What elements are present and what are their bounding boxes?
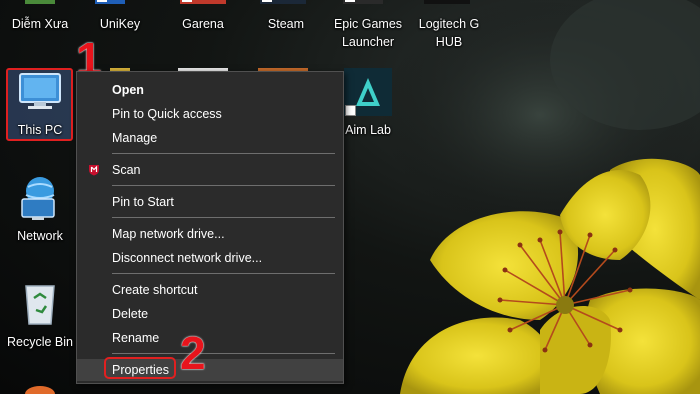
network-icon (21, 177, 55, 220)
menu-item-disconnect-network-drive[interactable]: Disconnect network drive... (77, 247, 343, 269)
desktop-icon-label: Steam (267, 17, 305, 31)
unikey-icon (95, 0, 125, 4)
steam-icon (260, 0, 306, 4)
menu-separator (112, 153, 335, 154)
desktop-icon-label: Garena (182, 17, 224, 31)
desktop-icon-label: This PC (17, 123, 63, 137)
step-2-annotation: 2 (180, 327, 206, 379)
desktop-icon-label-line1: Logitech G (418, 17, 480, 31)
desktop-icon-label-line2: Launcher (341, 35, 395, 49)
menu-item-rename[interactable]: Rename (77, 327, 343, 349)
desktop-icon-label: Diễm Xưa (11, 17, 69, 31)
desktop-icon-label: Recycle Bin (7, 335, 73, 349)
menu-item-pin-start[interactable]: Pin to Start (77, 191, 343, 213)
logitech-icon (424, 0, 470, 4)
app-icon (25, 0, 55, 4)
context-menu: Open Pin to Quick access Manage Scan Pin… (76, 71, 344, 384)
epic-games-icon (343, 0, 383, 4)
desktop-icon-label-line2: HUB (435, 35, 463, 49)
properties-highlight-box (104, 357, 176, 379)
menu-separator (112, 273, 335, 274)
menu-item-scan[interactable]: Scan (77, 159, 343, 181)
desktop-icon-label-line1: Epic Games (333, 17, 403, 31)
menu-separator (112, 217, 335, 218)
menu-item-create-shortcut[interactable]: Create shortcut (77, 279, 343, 301)
menu-item-map-network-drive[interactable]: Map network drive... (77, 223, 343, 245)
app-icon (25, 386, 55, 394)
recycle-bin-icon (25, 285, 55, 325)
menu-item-open[interactable]: Open (77, 79, 343, 101)
menu-item-manage[interactable]: Manage (77, 127, 343, 149)
desktop-background: Diễm Xưa UniKey Garena Steam Epic Games … (0, 0, 700, 394)
garena-icon (180, 0, 226, 4)
shortcut-arrow-icon (345, 105, 356, 116)
menu-separator (112, 185, 335, 186)
menu-item-pin-quick-access[interactable]: Pin to Quick access (77, 103, 343, 125)
computer-icon (19, 73, 61, 109)
menu-separator (112, 353, 335, 354)
menu-item-delete[interactable]: Delete (77, 303, 343, 325)
mcafee-shield-icon (89, 165, 99, 176)
desktop-icon-label: Network (17, 229, 63, 243)
desktop-icon-label: UniKey (99, 17, 141, 31)
menu-item-label: Scan (112, 163, 141, 177)
